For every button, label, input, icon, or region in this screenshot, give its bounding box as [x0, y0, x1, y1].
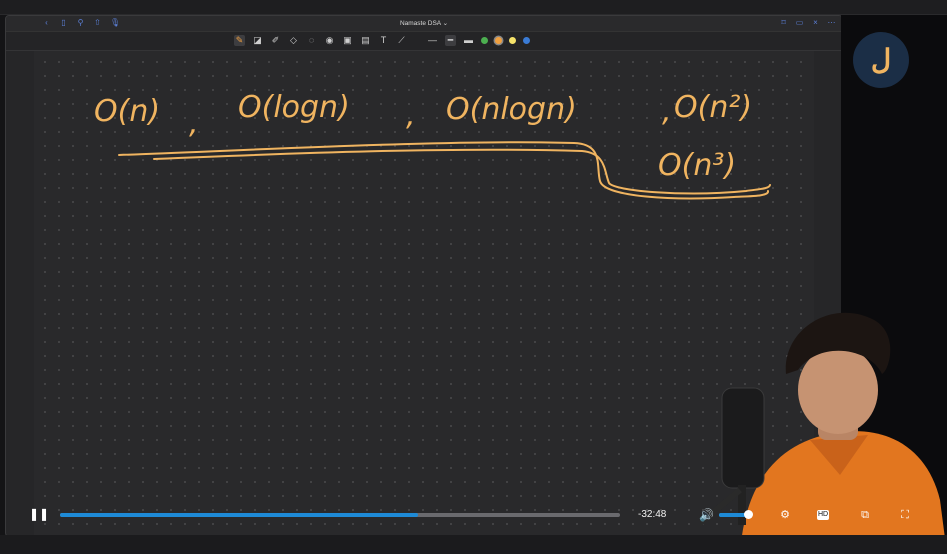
window-title: Namaste DSA ⌄	[6, 19, 842, 27]
document-icon[interactable]: ▭	[795, 18, 804, 27]
ink-expression-2: O(logn)	[238, 90, 350, 125]
desktop-top-bar	[0, 0, 947, 15]
fullscreen-icon[interactable]: ⛶	[898, 508, 912, 522]
ink-separator-2: ,	[406, 98, 416, 133]
ink-expression-1: O(n)	[94, 94, 160, 129]
sticker-tool-icon[interactable]: ▤	[360, 35, 371, 46]
ink-expression-3: O(nlogn)	[446, 92, 577, 127]
pen-tool-icon[interactable]: ✎	[234, 35, 245, 46]
eyedropper-tool-icon[interactable]: ⟋	[396, 35, 407, 46]
window-title-text: Namaste DSA	[399, 20, 441, 27]
stroke-medium-icon[interactable]: ━	[445, 35, 456, 46]
notes-canvas[interactable]: O(n) , O(logn) , O(nlogn) , O(n²) O(n³)	[34, 51, 814, 536]
color-swatch[interactable]	[523, 37, 530, 44]
color-swatch[interactable]	[481, 37, 488, 44]
highlighter-tool-icon[interactable]: ✐	[270, 35, 281, 46]
eraser-tool-icon[interactable]: ◪	[252, 35, 263, 46]
player-bottom-strip	[0, 535, 947, 554]
text-tool-icon[interactable]: T	[378, 35, 389, 46]
channel-logo: ل	[853, 32, 909, 88]
video-progress-track[interactable]	[60, 513, 620, 517]
hd-quality-icon[interactable]: HD	[817, 510, 829, 520]
video-player-stage: ‹ ▯ ⚲ ⇧ 🎙 Namaste DSA ⌄ ⌑ ▭ × ⋯ ✎ ◪ ✐ ◇ ◌ ◉ ▣ ▤ T ⟋ — ━ ▬ O…	[0, 0, 947, 554]
ink-separator-1: ,	[189, 106, 199, 141]
lasso-tool-icon[interactable]: ◌	[306, 35, 317, 46]
titlebar-right-icons: ⌑ ▭ × ⋯	[779, 18, 836, 27]
bookmark-icon[interactable]: ⌑	[779, 18, 788, 27]
picture-in-picture-icon[interactable]: ⧉	[858, 508, 872, 522]
video-progress-fill	[60, 513, 419, 517]
pause-button[interactable]: ❚❚	[29, 507, 49, 521]
time-remaining: -32:48	[638, 509, 667, 520]
drawing-toolbar: ✎ ◪ ✐ ◇ ◌ ◉ ▣ ▤ T ⟋ — ━ ▬	[6, 32, 842, 51]
close-icon[interactable]: ×	[811, 18, 820, 27]
ink-separator-3: ,	[662, 94, 672, 129]
more-icon[interactable]: ⋯	[827, 18, 836, 27]
color-swatch[interactable]	[509, 37, 516, 44]
settings-gear-icon[interactable]: ⚙	[778, 508, 792, 522]
drawing-tools: ✎ ◪ ✐ ◇ ◌ ◉ ▣ ▤ T ⟋ — ━ ▬	[234, 35, 530, 46]
stroke-thick-icon[interactable]: ▬	[463, 35, 474, 46]
handwritten-ink: O(n) , O(logn) , O(nlogn) , O(n²) O(n³)	[94, 90, 771, 200]
presenter-face	[798, 346, 878, 434]
microphone-body	[721, 387, 765, 489]
stroke-thin-icon[interactable]: —	[427, 35, 438, 46]
title-chevron-icon[interactable]: ⌄	[443, 20, 448, 27]
image-tool-icon[interactable]: ▣	[342, 35, 353, 46]
camera-tool-icon[interactable]: ◉	[324, 35, 335, 46]
app-titlebar: ‹ ▯ ⚲ ⇧ 🎙 Namaste DSA ⌄ ⌑ ▭ × ⋯	[6, 16, 842, 32]
volume-icon[interactable]: 🔊	[699, 508, 714, 522]
shapes-tool-icon[interactable]: ◇	[288, 35, 299, 46]
color-swatch[interactable]	[495, 37, 502, 44]
ink-expression-4: O(n²)	[674, 90, 752, 125]
volume-slider[interactable]	[719, 510, 754, 519]
ink-expression-5: O(n³)	[658, 148, 736, 183]
